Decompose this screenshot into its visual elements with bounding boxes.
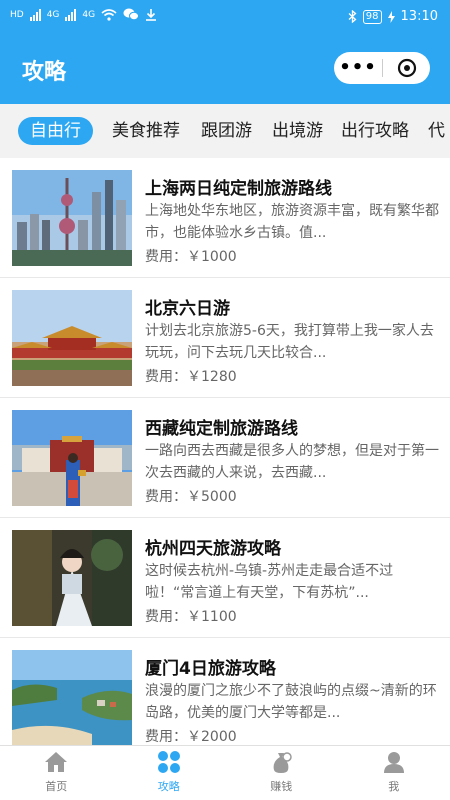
list-item[interactable]: 北京六日游 计划去北京旅游5-6天，我打算带上我一家人去玩玩，问下去玩几天比较合… xyxy=(0,278,450,398)
status-left: HD 4G 4G xyxy=(10,8,157,21)
wifi-icon xyxy=(101,8,117,21)
battery-icon: 98 xyxy=(362,9,382,24)
list-item[interactable]: 西藏纯定制旅游路线 一路向西去西藏是很多人的梦想，但是对于第一次去西藏的人来说，… xyxy=(0,398,450,518)
money-bag-icon xyxy=(273,752,292,773)
item-cost: 费用：￥5000 xyxy=(145,489,237,505)
status-bar: HD 4G 4G 98 13:10 xyxy=(0,0,450,34)
bottom-tab-label: 赚钱 xyxy=(270,780,293,793)
list-item[interactable]: 杭州四天旅游攻略 这时候去杭州-乌镇-苏州走走最合适不过啦！“常言道上有天堂，下… xyxy=(0,518,450,638)
bottom-tab-me[interactable]: 我 xyxy=(338,746,450,800)
home-icon xyxy=(45,752,68,772)
network-label-2: 4G xyxy=(82,9,96,20)
list-item[interactable]: 厦门4日旅游攻略 浪漫的厦门之旅少不了鼓浪屿的点缀~清新的环岛路，优美的厦门大学… xyxy=(0,638,450,745)
item-cost: 费用：￥1280 xyxy=(145,369,237,385)
item-desc: 计划去北京旅游5-6天，我打算带上我一家人去玩玩，问下去玩几天比较合... xyxy=(145,323,434,361)
item-desc: 浪漫的厦门之旅少不了鼓浪屿的点缀~清新的环岛路，优美的厦门大学等都是... xyxy=(145,683,437,721)
bottom-tab-home[interactable]: 首页 xyxy=(0,746,113,800)
user-icon xyxy=(383,752,404,773)
download-icon xyxy=(146,9,157,21)
hd-badge: HD xyxy=(10,9,24,20)
xiamen-coast-image xyxy=(12,650,132,745)
close-button[interactable] xyxy=(383,58,430,78)
more-button[interactable]: ••• xyxy=(334,52,382,84)
tab-food[interactable]: 美食推荐 xyxy=(112,117,180,145)
list-item[interactable]: 上海两日纯定制旅游路线 上海地处华东地区，旅游资源丰富，既有繁华都市，也能体验水… xyxy=(0,158,450,278)
item-title: 上海两日纯定制旅游路线 xyxy=(145,179,332,199)
clock: 13:10 xyxy=(400,9,438,24)
tab-more[interactable]: 代 xyxy=(428,117,445,145)
tab-travel-guide[interactable]: 出行攻略 xyxy=(341,117,409,145)
close-icon xyxy=(397,58,416,78)
shanghai-skyline-image xyxy=(12,170,132,266)
mini-program-capsule: ••• xyxy=(334,52,430,84)
bottom-tab-earn[interactable]: 赚钱 xyxy=(225,746,338,800)
bottom-tab-label: 首页 xyxy=(45,780,68,793)
bottom-tab-label: 我 xyxy=(388,780,400,793)
item-desc: 一路向西去西藏是很多人的梦想，但是对于第一次去西藏的人来说，去西藏... xyxy=(145,443,439,481)
guide-list: 上海两日纯定制旅游路线 上海地处华东地区，旅游资源丰富，既有繁华都市，也能体验水… xyxy=(0,158,450,745)
tab-group-tour[interactable]: 跟团游 xyxy=(201,117,252,145)
tab-free-travel[interactable]: 自由行 xyxy=(18,117,93,145)
item-desc: 上海地处华东地区，旅游资源丰富，既有繁华都市，也能体验水乡古镇。值... xyxy=(145,203,439,241)
bottom-tab-bar: 首页 攻略 赚钱 我 xyxy=(0,745,450,800)
hangzhou-hanfu-image xyxy=(12,530,132,626)
network-label: 4G xyxy=(46,9,60,20)
item-title: 北京六日游 xyxy=(145,299,230,319)
item-cost: 费用：￥1000 xyxy=(145,249,237,265)
page-title: 攻略 xyxy=(22,60,67,85)
signal-icon-2 xyxy=(65,8,77,21)
wechat-icon xyxy=(123,8,140,21)
item-cost: 费用：￥2000 xyxy=(145,729,237,745)
signal-icon xyxy=(29,8,41,21)
item-desc: 这时候去杭州-乌镇-苏州走走最合适不过啦！“常言道上有天堂，下有苏杭”... xyxy=(145,563,394,601)
bottom-tab-label: 攻略 xyxy=(157,780,180,793)
charging-icon xyxy=(387,10,395,23)
nav-bar: 攻略 ••• xyxy=(0,34,450,104)
bottom-tab-guide[interactable]: 攻略 xyxy=(113,746,226,800)
item-title: 杭州四天旅游攻略 xyxy=(145,539,281,559)
category-tabs: 自由行 美食推荐 跟团游 出境游 出行攻略 代 xyxy=(0,104,450,156)
grid-icon xyxy=(157,751,180,773)
forbidden-city-image xyxy=(12,290,132,386)
potala-palace-image xyxy=(12,410,132,506)
item-title: 厦门4日旅游攻略 xyxy=(145,659,276,679)
item-cost: 费用：￥1100 xyxy=(145,609,237,625)
bluetooth-icon xyxy=(348,10,357,23)
tab-outbound[interactable]: 出境游 xyxy=(272,117,323,145)
status-right: 98 13:10 xyxy=(348,9,438,24)
item-title: 西藏纯定制旅游路线 xyxy=(145,419,298,439)
